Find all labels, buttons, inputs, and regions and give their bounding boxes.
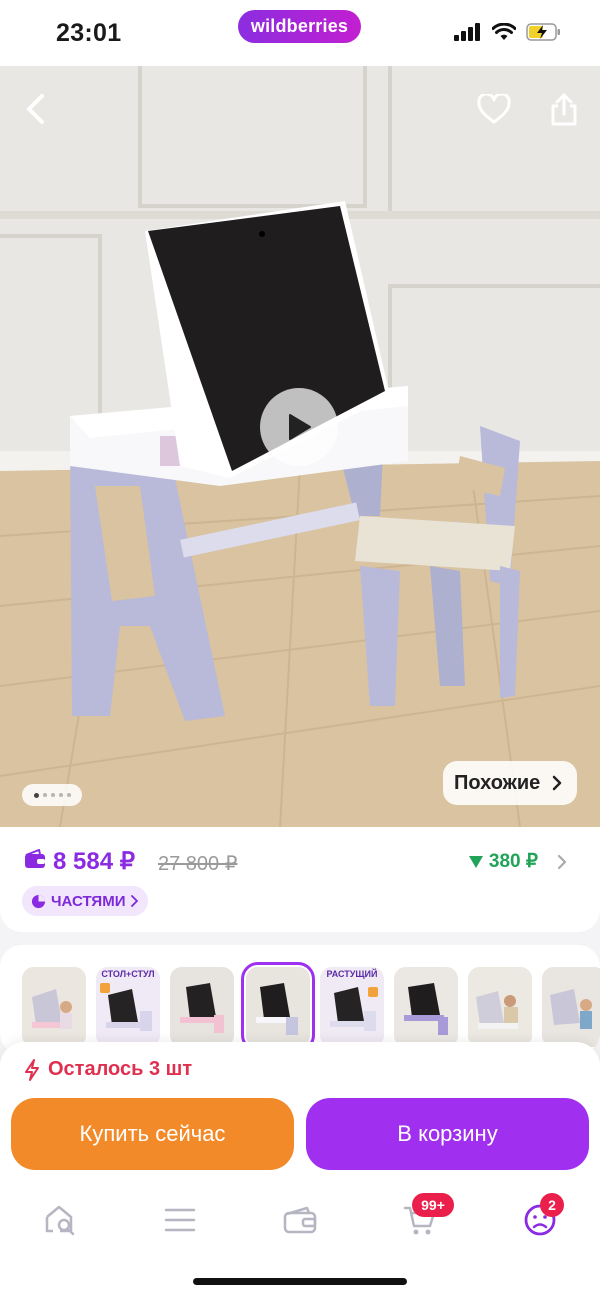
status-bar: 23:01 wildberries xyxy=(0,0,600,66)
current-price: 8 584 ₽ xyxy=(53,848,135,875)
pagination-dot xyxy=(58,793,63,797)
share-icon xyxy=(551,93,577,126)
pagination-dot xyxy=(50,793,55,797)
pie-chart-icon xyxy=(31,894,46,908)
old-price: 27 800 ₽ xyxy=(158,853,238,875)
tab-catalog[interactable] xyxy=(150,1190,210,1250)
home-search-icon xyxy=(45,1205,75,1236)
triangle-down-icon xyxy=(468,855,483,868)
similar-label: Похожие xyxy=(454,771,541,794)
brand-logo[interactable]: wildberries xyxy=(238,10,361,43)
lightning-icon xyxy=(25,1058,39,1081)
stock-indicator: Осталось 3 шт xyxy=(24,1058,192,1081)
status-time: 23:01 xyxy=(56,19,122,47)
gallery-pagination xyxy=(22,784,82,806)
stock-label: Осталось 3 шт xyxy=(48,1058,193,1080)
chevron-right-icon xyxy=(131,895,139,907)
bottom-tab-bar: 99+ 2 xyxy=(0,1190,600,1250)
add-to-cart-button[interactable]: В корзину xyxy=(306,1098,589,1170)
pagination-dot xyxy=(66,793,71,797)
back-button[interactable] xyxy=(12,86,58,132)
pagination-dot-active xyxy=(33,792,39,798)
thumbnail-7[interactable] xyxy=(468,967,532,1047)
thumbnail-caption: РАСТУЩИЙ xyxy=(326,969,378,979)
profile-badge: 2 xyxy=(540,1193,564,1217)
status-icons xyxy=(454,22,562,42)
thumbnail-image xyxy=(246,967,310,1047)
thumbnail-strip[interactable]: СТОЛ+СТУЛ РАСТУЩИЙ xyxy=(0,945,600,1055)
chevron-left-icon xyxy=(27,94,44,124)
price-card: 8 584 ₽ 27 800 ₽ 380 ₽ ЧАСТЯМИ xyxy=(0,827,600,932)
cashback-amount: 380 ₽ xyxy=(488,851,538,872)
wallet-icon xyxy=(283,1206,317,1234)
thumbnail-image xyxy=(22,967,86,1047)
favorite-button[interactable] xyxy=(471,86,517,132)
thumbnail-5[interactable]: РАСТУЩИЙ xyxy=(320,967,384,1047)
battery-icon xyxy=(526,23,560,41)
thumbnail-image xyxy=(96,967,160,1047)
installments-button[interactable]: ЧАСТЯМИ xyxy=(22,886,149,916)
tab-wallet[interactable] xyxy=(270,1190,330,1250)
tab-cart[interactable]: 99+ xyxy=(390,1190,454,1250)
product-image-gallery[interactable]: Похожие xyxy=(0,66,600,827)
thumbnail-caption: СТОЛ+СТУЛ xyxy=(101,969,155,979)
pagination-dot xyxy=(42,793,47,797)
thumbnail-image xyxy=(394,967,458,1047)
thumbnail-image xyxy=(170,967,234,1047)
play-icon xyxy=(289,414,311,440)
cashback-button[interactable]: 380 ₽ xyxy=(468,850,567,873)
thumbnail-2[interactable]: СТОЛ+СТУЛ xyxy=(96,967,160,1047)
thumbnail-image xyxy=(542,967,600,1047)
chevron-right-icon xyxy=(557,854,567,869)
wallet-icon xyxy=(25,849,45,868)
thumbnail-4-selected[interactable] xyxy=(241,962,315,1052)
wifi-icon xyxy=(492,23,516,40)
tab-profile[interactable]: 2 xyxy=(510,1190,570,1250)
heart-icon xyxy=(477,94,511,124)
signal-icon xyxy=(454,23,480,41)
share-button[interactable] xyxy=(541,86,587,132)
thumbnail-6[interactable] xyxy=(394,967,458,1047)
similar-products-button[interactable]: Похожие xyxy=(443,761,577,805)
home-indicator xyxy=(193,1278,407,1285)
tab-home[interactable] xyxy=(30,1190,90,1250)
menu-icon xyxy=(164,1208,196,1232)
chevron-right-icon xyxy=(553,775,562,791)
thumbnail-1[interactable] xyxy=(22,967,86,1047)
buy-now-button[interactable]: Купить сейчас xyxy=(11,1098,294,1170)
thumbnail-8[interactable] xyxy=(542,967,600,1047)
thumbnail-image xyxy=(320,967,384,1047)
installments-label: ЧАСТЯМИ xyxy=(51,892,126,910)
thumbnail-image xyxy=(468,967,532,1047)
thumbnail-3[interactable] xyxy=(170,967,234,1047)
purchase-sheet: Осталось 3 шт Купить сейчас В корзину 99… xyxy=(0,1042,600,1297)
cart-badge: 99+ xyxy=(412,1193,454,1217)
play-video-button[interactable] xyxy=(260,388,338,466)
